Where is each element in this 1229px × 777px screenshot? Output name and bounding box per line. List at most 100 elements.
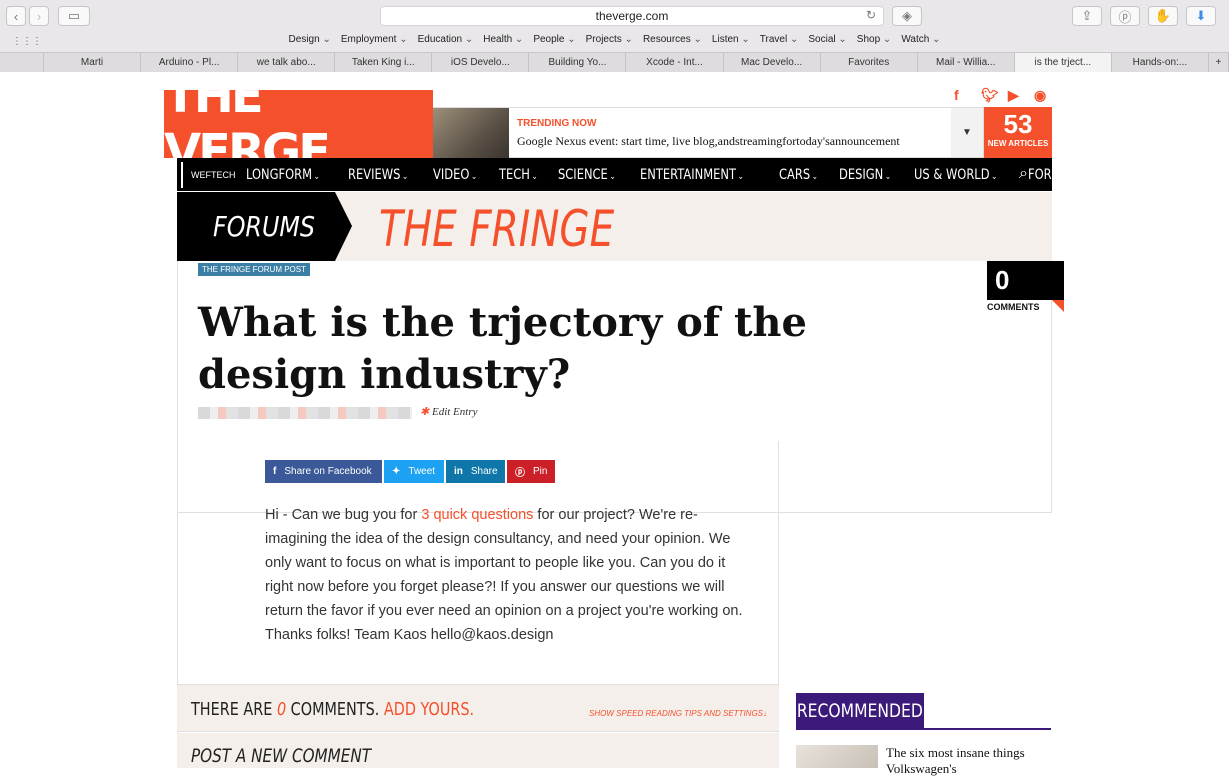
youtube-icon[interactable]: ▶ (1008, 87, 1019, 104)
recommended-thumbnail[interactable] (796, 745, 878, 768)
evernote-icon[interactable]: ◈ (892, 6, 922, 26)
comment-count: 0 (995, 265, 1010, 295)
forum-name[interactable]: THE FRINGE (379, 200, 614, 258)
fav-resources[interactable]: Resources (643, 34, 702, 51)
share-facebook-button[interactable]: f Share on Facebook (265, 460, 382, 483)
browser-chrome: ‹ › ▭ theverge.com ↻ ◈ ⇪ ⓟ ✋ ⬇ ⋮⋮⋮ Desig… (0, 0, 1229, 72)
nav-us-world[interactable]: US & WORLD (914, 167, 997, 183)
nav-design[interactable]: DESIGN (839, 167, 891, 183)
share-linkedin-label: Share (470, 466, 498, 477)
trending-dropdown-icon[interactable]: ▼ (951, 107, 983, 158)
twitter-icon: ✦ (392, 466, 401, 477)
comment-count-box[interactable]: 0 (987, 261, 1064, 312)
pinterest-icon[interactable]: ⓟ (1110, 6, 1140, 26)
fav-watch[interactable]: Watch (901, 34, 940, 51)
forward-button[interactable]: › (29, 6, 49, 26)
new-tab-button[interactable]: + (1208, 53, 1229, 72)
facebook-icon[interactable]: f (954, 87, 959, 103)
nav-reviews[interactable]: REVIEWS (348, 167, 408, 183)
back-button[interactable]: ‹ (6, 6, 26, 26)
comments-heading: THERE ARE 0 COMMENTS. ADD YOURS. (191, 699, 474, 720)
fav-education[interactable]: Education (418, 34, 474, 51)
rss-icon[interactable]: ◉ (1034, 87, 1046, 104)
comment-count-label: COMMENTS (987, 302, 1040, 312)
reload-icon[interactable]: ↻ (866, 8, 876, 22)
post-comment-section: POST A NEW COMMENT (177, 733, 779, 768)
twitter-icon[interactable]: 🐦︎ (981, 87, 999, 104)
verge-logo[interactable]: THE VERGE (164, 68, 433, 180)
share-facebook-label: Share on Facebook (284, 466, 372, 477)
comments-mid: COMMENTS. (286, 699, 384, 720)
page: THE VERGE f 🐦︎ ▶ ◉ TRENDING NOW Google N… (0, 68, 1229, 776)
tab-active[interactable]: is the trject... (1014, 53, 1112, 72)
nav-username[interactable]: WEFTECH (191, 170, 236, 180)
trending-label: TRENDING NOW (517, 118, 597, 129)
tab[interactable]: iOS Develo... (432, 53, 530, 72)
sidebar-icon[interactable]: ▭ (58, 6, 90, 26)
fav-projects[interactable]: Projects (586, 34, 633, 51)
forums-tab[interactable]: FORUMS (177, 192, 352, 261)
tab-pinned[interactable] (0, 53, 44, 72)
forums-label: FORUMS (213, 210, 316, 243)
nav-cars[interactable]: CARS (779, 167, 818, 183)
recommended-item[interactable]: The six most insane things Volkswagen's (886, 745, 1046, 777)
article-title: What is the trjectory of the design indu… (198, 299, 807, 398)
search-icon[interactable]: ⌕ (1019, 165, 1028, 183)
tweet-button[interactable]: ✦ Tweet (384, 460, 444, 483)
fav-people[interactable]: People (533, 34, 575, 51)
new-articles-badge[interactable]: 53 NEW ARTICLES (984, 107, 1052, 158)
questions-link[interactable]: 3 quick questions (421, 507, 533, 523)
elephant-icon[interactable]: ✋ (1148, 6, 1178, 26)
tab[interactable]: Mac Develo... (723, 53, 821, 72)
fav-employment[interactable]: Employment (341, 34, 408, 51)
new-articles-label: NEW ARTICLES (987, 139, 1049, 148)
facebook-icon: f (273, 466, 277, 477)
share-linkedin-button[interactable]: in Share (446, 460, 505, 483)
fav-social[interactable]: Social (808, 34, 846, 51)
post-tag[interactable]: THE FRINGE FORUM POST (198, 263, 310, 276)
trending-bar[interactable]: TRENDING NOW Google Nexus event: start t… (433, 107, 984, 158)
recommended-divider (796, 728, 1051, 730)
nav-video[interactable]: VIDEO (433, 167, 477, 183)
fav-travel[interactable]: Travel (760, 34, 799, 51)
text-part: for our project? We're re-imagining the … (265, 507, 743, 643)
fav-health[interactable]: Health (483, 34, 523, 51)
tab[interactable]: Mail - Willia... (917, 53, 1015, 72)
post-comment-heading: POST A NEW COMMENT (191, 745, 372, 767)
fav-design[interactable]: Design (289, 34, 331, 51)
downloads-icon[interactable]: ⬇ (1186, 6, 1216, 26)
pin-button[interactable]: ⓟ Pin (507, 460, 555, 483)
speed-reading-link[interactable]: SHOW SPEED READING TIPS AND SETTINGS↓ (589, 709, 767, 718)
linkedin-icon: in (454, 466, 463, 477)
edit-entry-link[interactable]: Edit Entry (420, 405, 478, 418)
nav-science[interactable]: SCIENCE (558, 167, 616, 183)
share-icon[interactable]: ⇪ (1072, 6, 1102, 26)
text-part: Hi - Can we bug you for (265, 507, 422, 523)
article-text: Hi - Can we bug you for 3 quick question… (265, 503, 753, 647)
pinterest-icon: ⓟ (515, 468, 525, 479)
nav-forums[interactable]: FORUMS (1028, 167, 1085, 183)
tab[interactable]: Xcode - Int... (626, 53, 724, 72)
tab[interactable]: Building Yo... (529, 53, 627, 72)
tab[interactable]: Hands-on:... (1111, 53, 1209, 72)
nav-longform[interactable]: LONGFORM (246, 167, 320, 183)
favorites-bar: Design Employment Education Health Peopl… (0, 34, 1229, 51)
add-comment-link[interactable]: ADD YOURS. (384, 699, 474, 720)
trending-thumbnail (433, 108, 509, 158)
nav-entertainment[interactable]: ENTERTAINMENT (640, 167, 744, 183)
avatar[interactable] (181, 161, 183, 188)
new-articles-count: 53 (1003, 109, 1033, 139)
recommended-label: RECOMMENDED (796, 700, 924, 722)
comments-bar: THERE ARE 0 COMMENTS. ADD YOURS. SHOW SP… (177, 684, 779, 732)
fav-shop[interactable]: Shop (857, 34, 892, 51)
comments-count: 0 (276, 699, 287, 720)
byline-blurred (198, 407, 412, 419)
address-bar[interactable]: theverge.com (380, 6, 884, 26)
fav-listen[interactable]: Listen (712, 34, 750, 51)
comments-pre: THERE ARE (191, 699, 277, 720)
main-nav: WEFTECH LONGFORM REVIEWS VIDEO TECH SCIE… (177, 158, 1077, 191)
trending-headline[interactable]: Google Nexus event: start time, live blo… (517, 134, 900, 149)
tab[interactable]: Marti (44, 53, 142, 72)
tab[interactable]: Favorites (820, 53, 918, 72)
nav-tech[interactable]: TECH (499, 167, 538, 183)
